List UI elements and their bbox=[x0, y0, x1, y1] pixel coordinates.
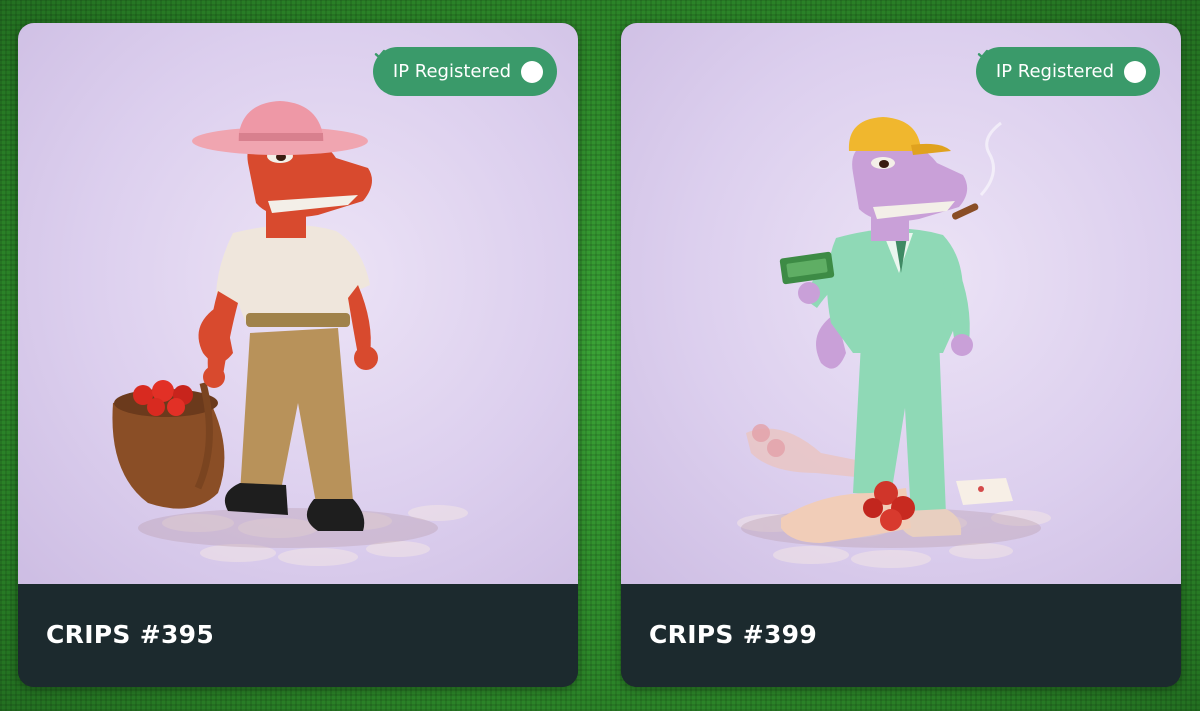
nft-card[interactable]: IP Registered CRIPS #399 bbox=[621, 23, 1181, 687]
badge-label: IP Registered bbox=[392, 61, 511, 82]
ip-registered-badge: IP Registered bbox=[372, 47, 557, 96]
card-footer: CRIPS #395 bbox=[18, 584, 578, 687]
check-circle-icon bbox=[977, 49, 1146, 83]
card-footer: CRIPS #399 bbox=[621, 584, 1181, 687]
badge-label: IP Registered bbox=[995, 61, 1114, 82]
nft-name: CRIPS #395 bbox=[46, 620, 215, 649]
nft-artwork[interactable]: IP Registered bbox=[621, 23, 1181, 584]
crocodile-character-illustration bbox=[112, 101, 468, 566]
nft-card[interactable]: IP Registered CRIPS #395 bbox=[18, 23, 578, 687]
nft-name: CRIPS #399 bbox=[649, 620, 818, 649]
crocodile-character-illustration bbox=[737, 117, 1051, 568]
check-circle-icon bbox=[374, 49, 543, 83]
nft-artwork[interactable]: IP Registered bbox=[18, 23, 578, 584]
ip-registered-badge: IP Registered bbox=[975, 47, 1160, 96]
